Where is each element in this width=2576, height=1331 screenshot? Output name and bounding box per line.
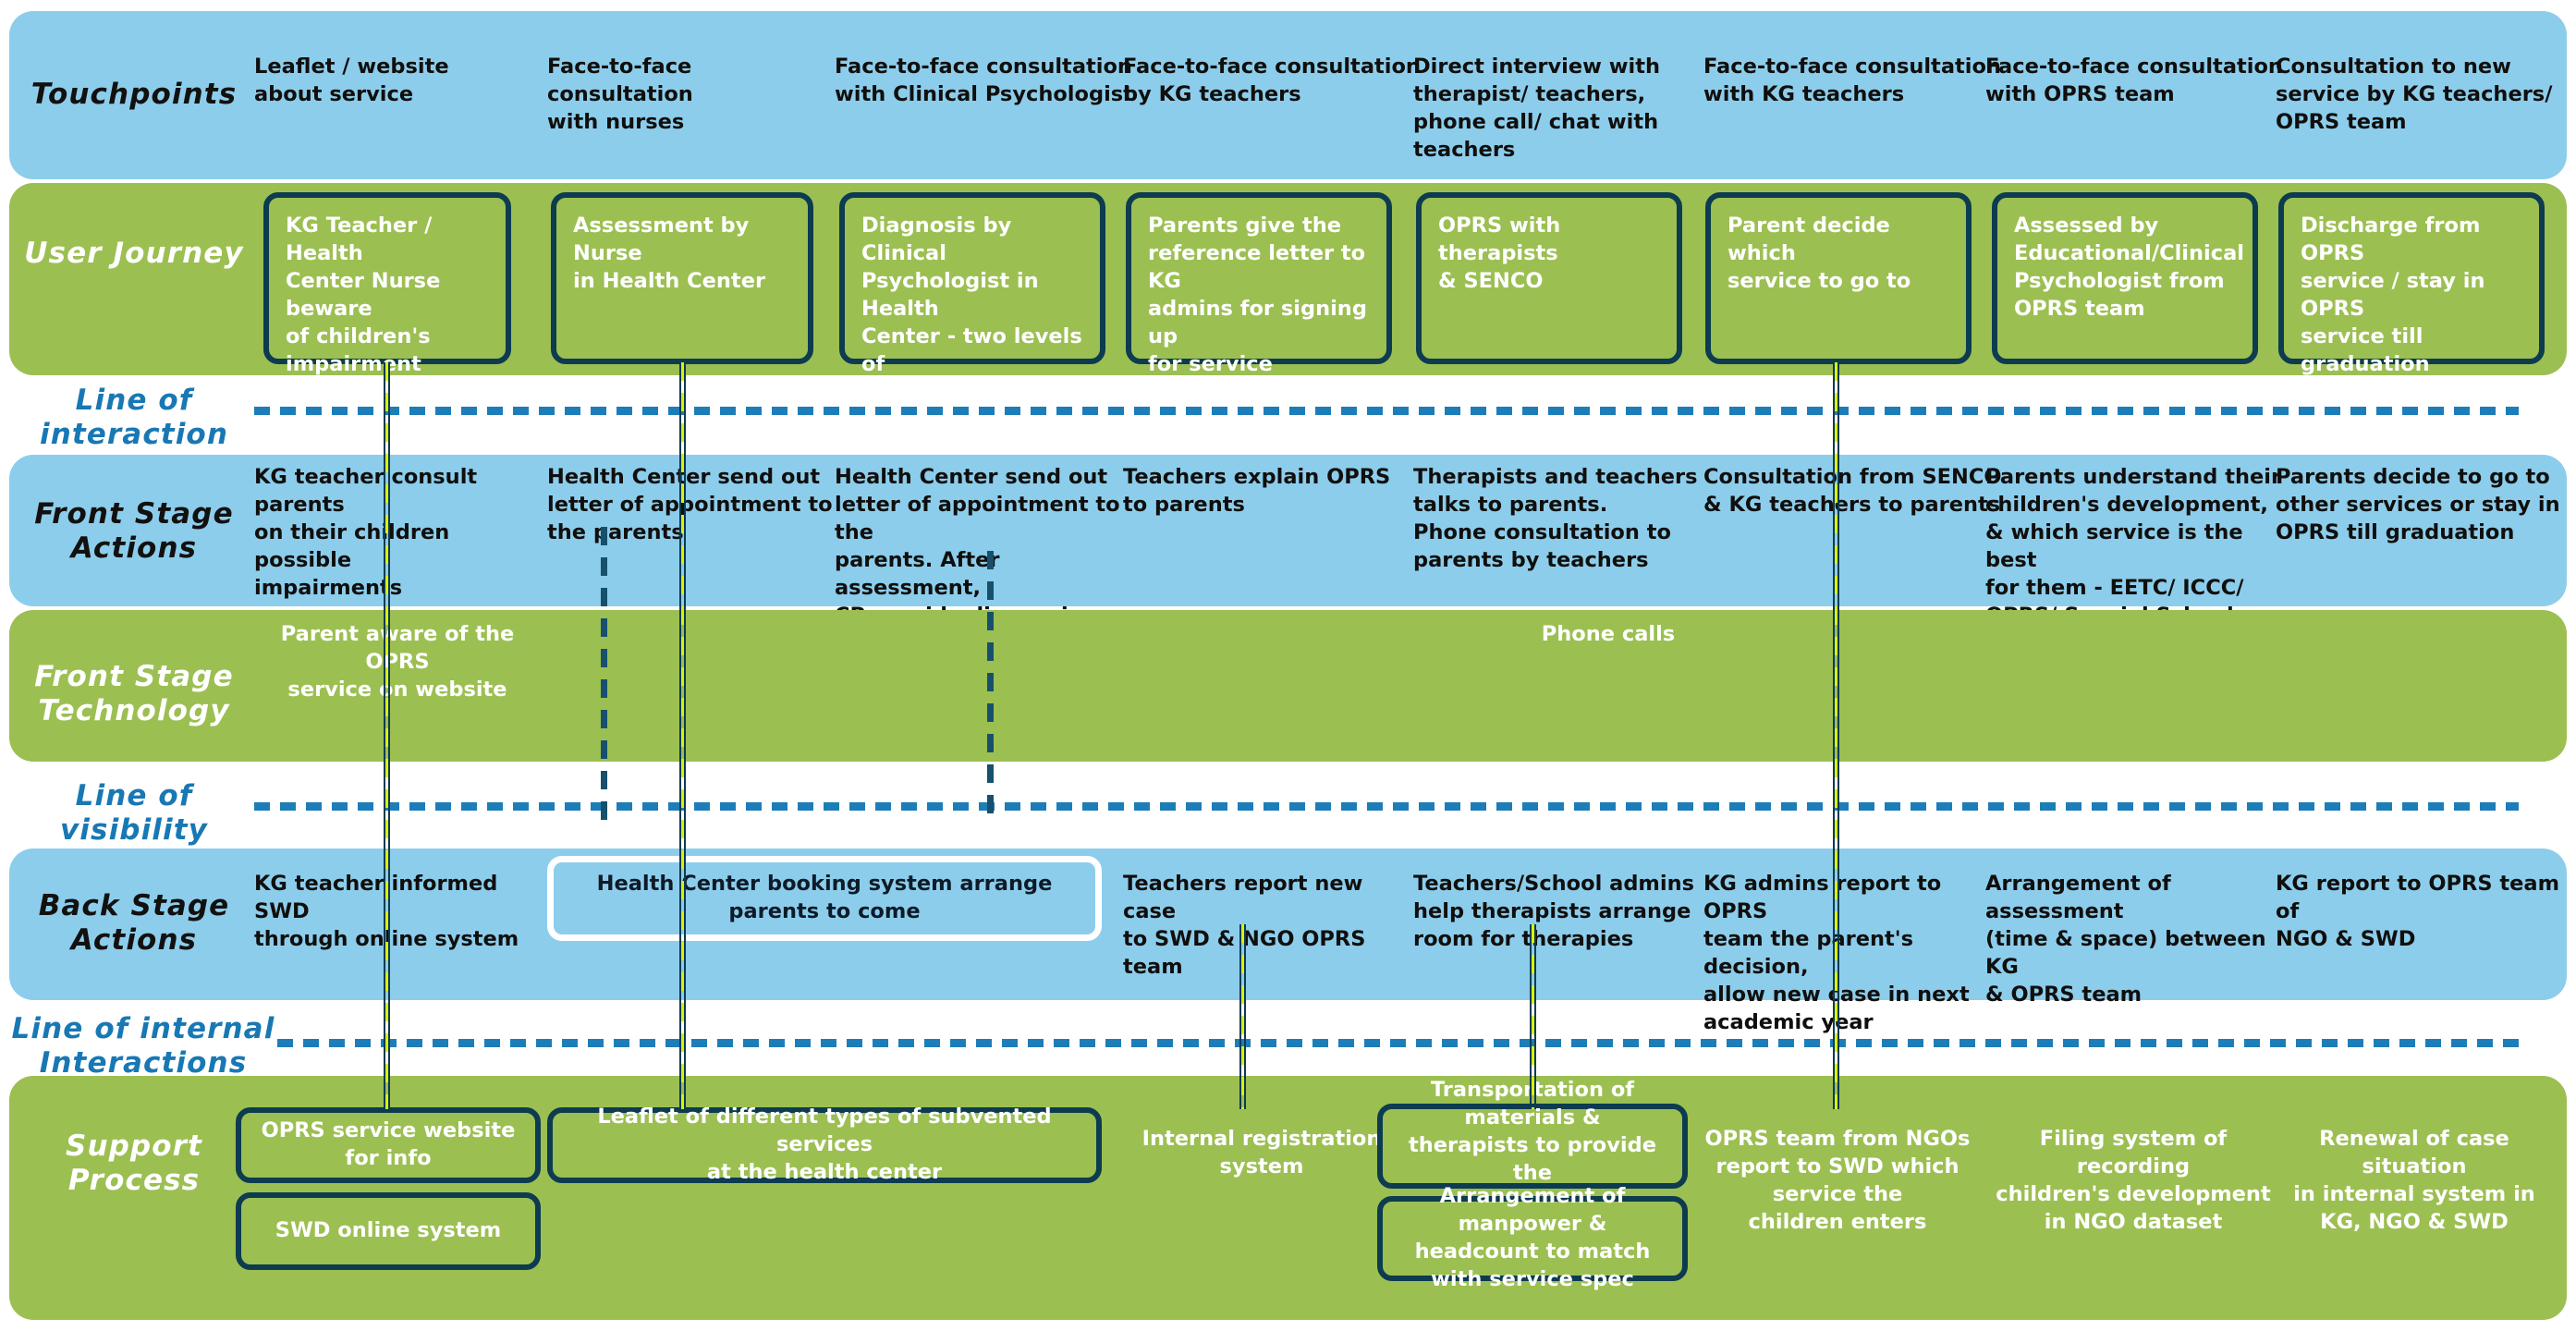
support-process-cell: OPRS team from NGOs report to SWD which … [1704, 1127, 1971, 1234]
support-process-box[interactable]: OPRS service website for info [236, 1107, 541, 1183]
user-journey-box[interactable]: KG Teacher / Health Center Nurse beware … [263, 192, 511, 376]
row-label-front-stage-actions: Front Stage Actions [34, 497, 234, 565]
back-stage-action-cell: KG report to OPRS team of NGO & SWD [2276, 872, 2560, 951]
support-process-cell: Internal registration system [1141, 1127, 1382, 1178]
back-stage-action-cell: KG admins report to OPRS team the parent… [1703, 872, 1970, 1034]
connector-line-col2-internal [601, 527, 607, 823]
connector-line-col4 [1239, 924, 1246, 1109]
connector-line-col2 [679, 362, 686, 1109]
user-journey-box[interactable]: Diagnosis by Clinical Psychologist in He… [839, 192, 1105, 458]
touchpoint-cell: Face-to-face consultation with Clinical … [835, 55, 1133, 106]
front-stage-action-cell: Health Center send out letter of appoint… [547, 465, 833, 544]
connector-line-col6 [1833, 362, 1839, 1109]
row-label-touchpoints: Touchpoints [31, 78, 238, 111]
row-label-line-of-visibility: Line of visibility [59, 779, 208, 847]
support-process-box[interactable]: Transportation of materials & therapists… [1377, 1078, 1688, 1213]
row-label-back-stage-actions: Back Stage Actions [38, 889, 230, 957]
touchpoint-cell: Face-to-face consultation by KG teachers [1123, 55, 1421, 106]
user-journey-box[interactable]: Parent decide which service to go to [1705, 192, 1972, 364]
back-stage-action-cell: Teachers/School admins help therapists a… [1413, 872, 1695, 951]
touchpoint-cell: Leaflet / website about service [254, 55, 449, 106]
line-of-visibility-divider [254, 802, 2519, 811]
service-blueprint-canvas: Touchpoints Leaflet / website about serv… [0, 0, 2576, 1331]
connector-line-col1 [384, 362, 390, 1109]
front-stage-action-cell: Parents understand their children's deve… [1985, 465, 2282, 628]
row-label-line-of-internal-interactions: Line of internal Interactions [11, 1012, 275, 1080]
front-stage-action-cell: Parents decide to go to other services o… [2276, 465, 2560, 544]
line-of-internal-interactions-divider [277, 1039, 2519, 1047]
row-label-line-of-interaction: Line of interaction [39, 384, 229, 451]
support-process-cell: Renewal of case situation in internal sy… [2293, 1127, 2535, 1234]
touchpoint-cell: Face-to-face consultation with KG teache… [1703, 55, 2001, 106]
connector-line-col5 [1530, 924, 1536, 1109]
front-stage-action-cell: Consultation from SENCO & KG teachers to… [1703, 465, 2002, 517]
connector-line-col3-internal [987, 551, 994, 824]
front-stage-action-cell: KG teacher consult parents on their chil… [254, 465, 478, 600]
back-stage-action-cell: Teachers report new case to SWD & NGO OP… [1123, 872, 1366, 979]
back-stage-action-box[interactable]: Health Center booking system arrange par… [547, 856, 1102, 941]
back-stage-action-cell: KG teacher informed SWD through online s… [254, 872, 519, 951]
support-process-box[interactable]: SWD online system [236, 1192, 541, 1270]
touchpoint-cell: Face-to-face consultation with OPRS team [1985, 55, 2283, 106]
support-process-cell: Filing system of recording children's de… [1996, 1127, 2271, 1234]
user-journey-box[interactable]: Discharge from OPRS service / stay in OP… [2278, 192, 2545, 376]
touchpoint-cell: Direct interview with therapist/ teacher… [1413, 55, 1661, 162]
touchpoint-cell: Face-to-face consultation with nurses [547, 55, 693, 134]
user-journey-box[interactable]: Assessed by Educational/Clinical Psychol… [1992, 192, 2258, 364]
front-stage-action-cell: Teachers explain OPRS to parents [1123, 465, 1391, 517]
row-label-support-process: Support Process [66, 1130, 202, 1197]
user-journey-box[interactable]: Assessment by Nurse in Health Center [551, 192, 813, 364]
touchpoint-cell: Consultation to new service by KG teache… [2276, 55, 2553, 134]
row-label-front-stage-technology: Front Stage Technology [34, 660, 234, 727]
user-journey-box[interactable]: Parents give the reference letter to KG … [1126, 192, 1392, 376]
user-journey-box[interactable]: OPRS with therapists & SENCO [1416, 192, 1682, 364]
line-of-interaction-divider [254, 407, 2519, 415]
support-process-box[interactable]: Arrangement of manpower & headcount to m… [1377, 1184, 1688, 1291]
front-stage-action-cell: Therapists and teachers talks to parents… [1413, 465, 1698, 572]
front-stage-technology-cell: Phone calls [1541, 622, 1676, 646]
back-stage-action-cell: Arrangement of assessment (time & space)… [1985, 872, 2266, 1007]
support-process-box[interactable]: Leaflet of different types of subvented … [547, 1105, 1102, 1184]
front-stage-technology-cell: Parent aware of the OPRS service on webs… [280, 622, 515, 702]
row-label-user-journey: User Journey [24, 237, 244, 270]
